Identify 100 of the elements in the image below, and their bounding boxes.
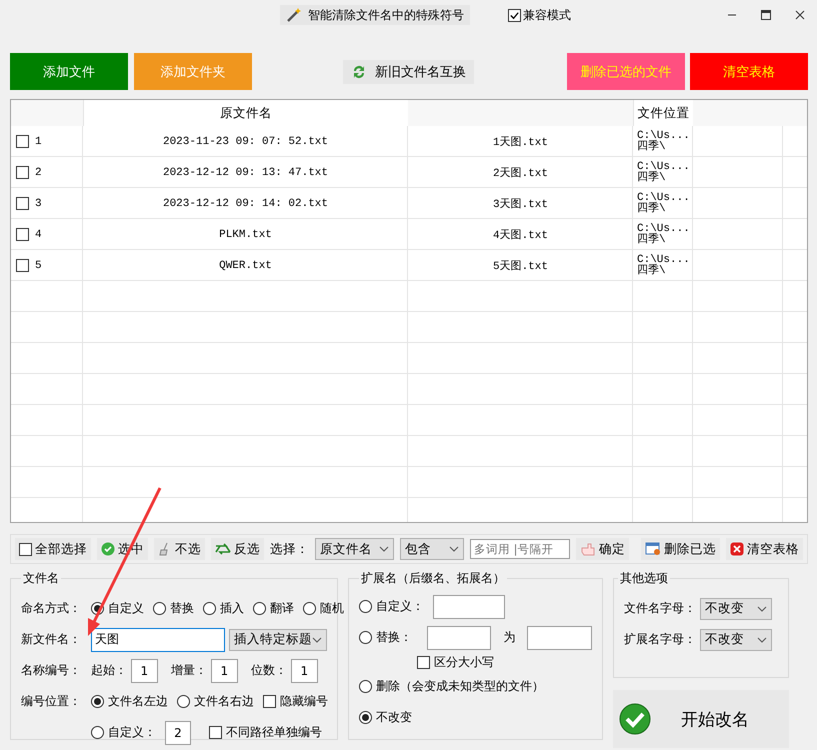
radio-label: 插入: [220, 600, 244, 617]
radio-button[interactable]: [91, 695, 104, 708]
refresh-icon: [351, 64, 367, 80]
row-number: 1: [35, 136, 42, 148]
new-name-field[interactable]: 天图: [91, 628, 225, 652]
toolbar-button[interactable]: 不选: [154, 538, 205, 560]
table-cell: C:\Us...: [637, 224, 690, 234]
table-cell-text: 1天图.txt: [492, 135, 548, 149]
checkbox[interactable]: [19, 542, 32, 556]
action-button[interactable]: 添加文件: [10, 53, 128, 90]
table-cell: PLKM.txt: [219, 228, 272, 240]
field-label: 文件名字母：: [624, 600, 696, 617]
field-label: 编号位置：: [21, 693, 82, 710]
table-cell: 2023-12-12 09: 13: 47.txt: [162, 166, 328, 178]
toolbar-button[interactable]: 删除已选: [641, 538, 720, 560]
checkbox[interactable]: [16, 197, 29, 210]
swap-names-button[interactable]: 新旧文件名互换: [343, 60, 474, 84]
column-header: 原文件名: [83, 100, 408, 126]
start-rename-button[interactable]: 开始改名: [613, 690, 789, 748]
radio-button[interactable]: [303, 602, 316, 615]
group-title: 文件名: [22, 570, 60, 587]
extension-field[interactable]: [433, 594, 505, 618]
replace-field[interactable]: [527, 626, 592, 650]
radio-label: 翻译: [270, 600, 294, 617]
checkbox[interactable]: [16, 228, 29, 241]
row-number: 2: [35, 166, 42, 178]
match-dropdown[interactable]: 包含: [400, 538, 464, 560]
table-cell: C:\Us...: [637, 162, 690, 172]
radio-button[interactable]: [359, 711, 372, 724]
column-header: 文件位置: [633, 100, 693, 126]
radio-button[interactable]: [177, 695, 190, 708]
maximize-icon[interactable]: [761, 10, 771, 20]
window-remove-icon: [645, 542, 661, 556]
field-label: 为: [503, 629, 516, 646]
checkbox[interactable]: [263, 695, 276, 708]
row-number: 4: [35, 228, 42, 240]
field-dropdown[interactable]: 原文件名: [315, 538, 394, 560]
swap-arrows-icon: [215, 543, 231, 555]
case-dropdown[interactable]: 不改变: [700, 628, 772, 650]
radio-label: 自定义：: [376, 598, 424, 615]
close-icon: [730, 542, 744, 556]
row-number: 3: [35, 198, 42, 210]
field-label: 位数：: [251, 662, 287, 679]
check-icon: [101, 542, 115, 556]
clean-symbols-button[interactable]: 智能清除文件名中的特殊符号: [280, 5, 470, 25]
insert-title-dropdown[interactable]: 插入特定标题: [229, 628, 327, 650]
close-icon[interactable]: [795, 10, 805, 20]
checkbox[interactable]: [16, 259, 29, 272]
table-cell-text: 4天图.txt: [492, 228, 548, 242]
radio-button[interactable]: [203, 602, 216, 615]
radio-button[interactable]: [359, 680, 372, 693]
radio-label: 文件名左边: [108, 693, 168, 710]
caret-icon: [449, 546, 459, 552]
caret-icon: [757, 636, 767, 642]
radio-label: 替换：: [376, 629, 412, 646]
hand-pointer-icon: [580, 542, 596, 556]
keyword-field[interactable]: 多词用 |号隔开: [470, 539, 570, 559]
number-field[interactable]: 1: [211, 658, 238, 682]
number-field[interactable]: 1: [291, 658, 318, 682]
caret-icon: [379, 546, 390, 552]
field-label: 名称编号：: [21, 662, 82, 679]
checkbox[interactable]: [508, 8, 521, 22]
case-dropdown[interactable]: 不改变: [700, 598, 772, 620]
checkbox[interactable]: [417, 656, 430, 668]
number-field[interactable]: 1: [131, 658, 158, 682]
toolbar-button[interactable]: 反选: [211, 538, 264, 560]
caret-icon: [312, 636, 322, 642]
radio-button[interactable]: [253, 602, 266, 615]
checkbox-label: 兼容模式: [523, 6, 571, 24]
checkbox-label: 隐藏编号: [280, 693, 328, 710]
radio-button[interactable]: [359, 631, 372, 644]
action-button[interactable]: 清空表格: [690, 53, 808, 90]
table-cell: 2023-11-23 09: 07: 52.txt: [162, 136, 328, 148]
checkbox-label: 不同路径单独编号: [226, 724, 322, 741]
checkbox[interactable]: [16, 135, 29, 148]
toolbar-button[interactable]: 清空表格: [726, 538, 803, 560]
group-title: 其他选项: [619, 570, 669, 587]
radio-label: 替换: [170, 600, 194, 617]
table-cell: C:\Us...: [637, 254, 690, 266]
field-label: 增量：: [171, 662, 207, 679]
radio-button[interactable]: [91, 726, 104, 739]
radio-label: 不改变: [376, 709, 412, 726]
number-field[interactable]: 2: [165, 720, 191, 744]
check-icon: [619, 703, 651, 735]
checkbox[interactable]: [16, 166, 29, 179]
field-label: 扩展名字母：: [624, 631, 696, 648]
group-title: 扩展名（后缀名、拓展名）: [360, 570, 506, 587]
confirm-button[interactable]: 确定: [576, 538, 629, 560]
table-cell: QWER.txt: [219, 260, 272, 272]
radio-label: 自定义: [108, 600, 144, 617]
field-label: 新文件名：: [21, 631, 82, 648]
magic-wand-icon: [286, 7, 302, 23]
radio-button[interactable]: [153, 602, 166, 615]
radio-button[interactable]: [359, 600, 372, 613]
find-field[interactable]: [426, 626, 492, 650]
checkbox-label: 区分大小写: [434, 654, 494, 670]
field-label: 起始：: [91, 662, 127, 679]
radio-label: 删除（会变成未知类型的文件）: [376, 678, 544, 695]
checkbox[interactable]: [209, 726, 222, 739]
table-cell-text: 2天图.txt: [492, 166, 548, 180]
